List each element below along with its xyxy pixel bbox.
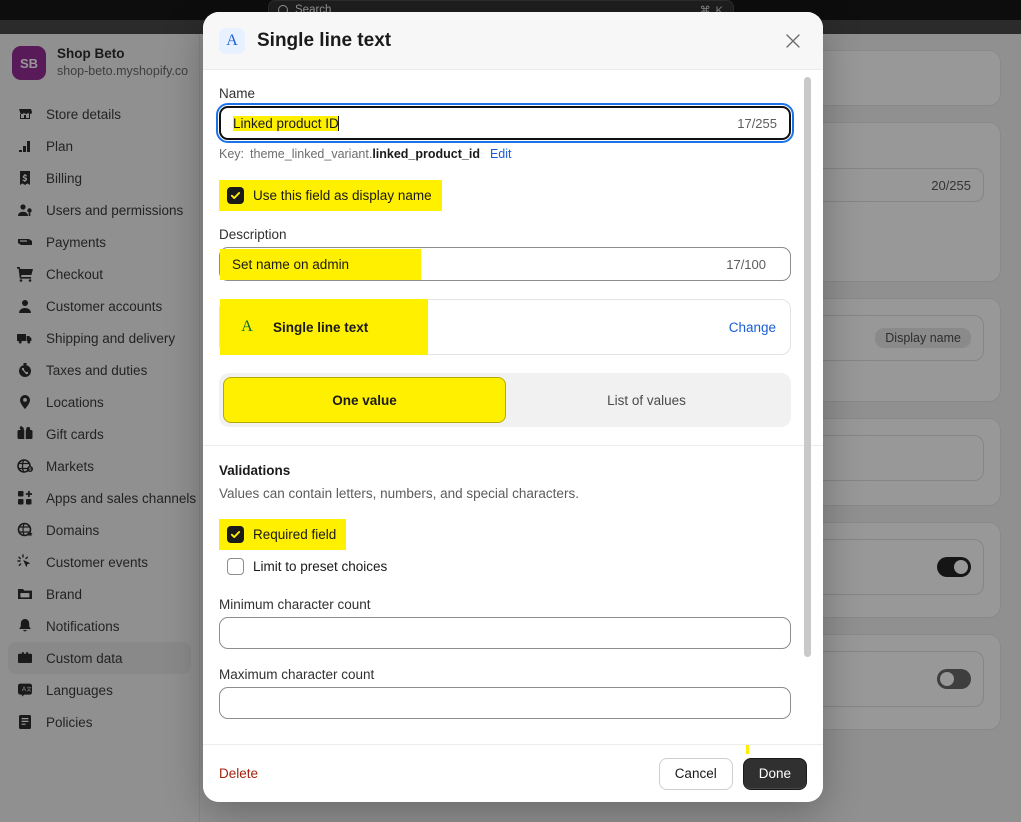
modal-scrollbar-track[interactable] [804,70,817,744]
description-input-count: 17/100 [726,256,766,272]
done-button[interactable]: Done [742,757,807,790]
min-char-count-input[interactable] [219,617,791,649]
checkbox-unchecked-icon [227,558,244,575]
display-name-checkbox-label: Use this field as display name [253,188,432,203]
required-field-checkbox-row[interactable]: Required field [219,519,346,550]
field-type-card: A Single line text Change [219,299,791,355]
max-char-count-label: Maximum character count [219,667,375,682]
key-namespace: theme_linked_variant. [250,147,373,161]
limit-preset-checkbox-row[interactable]: Limit to preset choices [219,558,807,575]
description-input[interactable]: Set name on admin 17/100 [219,247,791,281]
validations-description: Values can contain letters, numbers, and… [219,486,579,501]
min-char-count-label: Minimum character count [219,597,371,612]
name-input-count: 17/255 [737,115,777,131]
checkbox-checked-icon [227,526,244,543]
required-field-highlight: Required field [219,519,347,550]
key-row: Key: theme_linked_variant.linked_product… [219,147,807,161]
modal-title: Single line text [257,29,392,51]
close-icon[interactable] [779,27,807,55]
name-input[interactable]: Linked product ID 17/255 [216,103,794,143]
field-type-name: Single line text [273,319,369,335]
validations-title: Validations [219,463,291,478]
segment-list-of-values[interactable]: List of values [506,377,787,423]
cancel-button[interactable]: Cancel [658,757,733,790]
single-line-text-icon: A [219,27,245,54]
icon-letter: A [226,31,238,49]
name-input-value: Linked product ID [233,115,339,131]
section-divider [203,445,823,446]
segment-one-value[interactable]: One value [223,377,506,423]
display-name-checkbox-row[interactable]: Use this field as display name [219,180,442,211]
field-type-highlight: A Single line text [220,299,429,355]
highlight-tick-mark [746,745,749,754]
delete-button[interactable]: Delete [219,766,258,781]
modal-footer: Delete Cancel Done [203,744,823,802]
display-name-checkbox-highlight: Use this field as display name [219,180,442,211]
required-field-label: Required field [253,527,337,542]
key-edit-link[interactable]: Edit [490,147,512,161]
modal-scrollbar-thumb[interactable] [804,77,811,657]
single-line-text-modal: A Single line text Name Linked product I… [203,12,823,802]
key-label: Key: [219,147,245,161]
checkbox-checked-icon [227,187,244,204]
icon-letter: A [241,318,253,335]
limit-preset-label: Limit to preset choices [253,559,388,574]
description-label: Description [219,227,287,242]
name-label: Name [219,86,256,101]
single-line-text-type-icon: A [234,314,260,340]
description-input-value: Set name on admin [220,248,422,280]
modal-body: Name Linked product ID 17/255 Key: theme… [203,70,823,744]
max-char-count-input[interactable] [219,687,791,719]
modal-header: A Single line text [203,12,823,70]
value-mode-segmented-control: One value List of values [219,373,791,427]
change-type-link[interactable]: Change [729,320,776,335]
key-name: linked_product_id [372,147,480,161]
screen: Search ⌘ K SB Shop Beto shop-beto.myshop… [0,0,1021,822]
